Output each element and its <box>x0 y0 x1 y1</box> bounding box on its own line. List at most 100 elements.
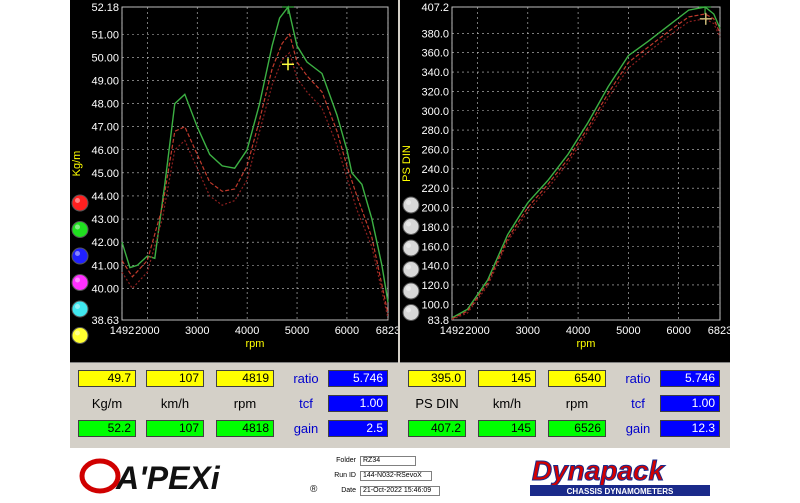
blue-button[interactable] <box>71 247 89 265</box>
grey-button-4-highlight <box>406 264 411 270</box>
gain-value: 2.5 <box>328 420 388 437</box>
torque-plot-frame <box>121 6 389 321</box>
torque-x-tick-label: 2000 <box>135 325 159 337</box>
power-y-tick-label: 220.0 <box>421 183 449 195</box>
magenta-button-highlight <box>75 277 80 283</box>
cursor-rpm-value-right: 6540 <box>548 370 606 387</box>
torque-y-tick-label: 41.00 <box>91 260 119 272</box>
power-readout-panel: 395.0 145 6540 ratio 5.746 PS DIN km/h r… <box>400 362 730 447</box>
torque-y-tick-label: 40.00 <box>91 283 119 295</box>
torque-y-tick-label: 46.00 <box>91 145 119 157</box>
torque-y-tick-label: 49.00 <box>91 75 119 87</box>
power-y-tick-label: 160.0 <box>421 241 449 253</box>
dynapack-subtitle: CHASSIS DYNAMOMETERS <box>567 487 674 496</box>
folder-field: RZ34 <box>360 456 416 466</box>
power-x-tick-label: 6823 <box>708 325 730 337</box>
torque-x-tick-label: 6823 <box>376 325 398 337</box>
power-y-tick-label: 300.0 <box>421 106 449 118</box>
grey-button-6[interactable] <box>402 304 420 321</box>
cursor-torque-value: 49.7 <box>78 370 136 387</box>
torque-y-tick-label: 48.00 <box>91 99 119 111</box>
torque-series-line-3 <box>121 51 389 319</box>
tcf-value: 1.00 <box>328 395 388 412</box>
gain-label: gain <box>293 421 319 436</box>
dynapack-logo: Dynapack CHASSIS DYNAMOMETERS <box>480 452 720 498</box>
cursor-speed-value: 107 <box>146 370 204 387</box>
green-button[interactable] <box>71 221 89 238</box>
gain-label-right: gain <box>625 421 651 436</box>
ratio-label: ratio <box>293 371 319 386</box>
ratio-value-right: 5.746 <box>660 370 720 387</box>
torque-x-tick-label: 5000 <box>285 325 309 337</box>
ratio-value: 5.746 <box>328 370 388 387</box>
power-y-tick-label: 240.0 <box>421 164 449 176</box>
power-y-tick-label: 200.0 <box>421 203 449 215</box>
grey-button-3[interactable] <box>402 239 420 257</box>
torque-x-tick-label: 3000 <box>185 325 209 337</box>
peak-power-value: 407.2 <box>408 420 466 437</box>
cyan-button[interactable] <box>71 300 89 318</box>
runid-field: 144-N032-RSevoX <box>360 471 432 481</box>
power-x-axis-title: rpm <box>577 338 596 350</box>
apexi-logo: A'PEXi ® <box>78 454 318 496</box>
dynapack-logo-mark: Dynapack CHASSIS DYNAMOMETERS <box>530 455 710 496</box>
torque-y-tick-label: 43.00 <box>91 214 119 226</box>
runid-label: Run ID <box>334 472 356 479</box>
torque-series-line-1 <box>121 5 389 303</box>
torque-y-tick-label: 45.00 <box>91 168 119 180</box>
power-x-tick-label: 1492 <box>440 325 464 337</box>
speed-unit-label: km/h <box>160 396 190 411</box>
torque-y-tick-label: 51.00 <box>91 29 119 41</box>
yellow-button[interactable] <box>71 327 89 344</box>
power-chart: 407.2 380.0 360.0 340.0 320.0 300.0 280.0 260.0… <box>401 2 732 350</box>
speed-unit-label-right: km/h <box>492 396 522 411</box>
torque-unit-label: Kg/m <box>91 396 123 411</box>
power-y-tick-label: 407.2 <box>421 2 449 14</box>
torque-x-tick-label: 6000 <box>335 325 359 337</box>
grey-button-6-highlight <box>406 307 411 313</box>
torque-x-tick-label: 1492 <box>110 325 134 337</box>
date-label: Date <box>341 487 356 494</box>
torque-plot: 52.18 51.00 50.00 49.00 48.00 47.00 46.00 45.00… <box>70 0 400 362</box>
power-y-tick-label: 140.0 <box>421 261 449 273</box>
torque-readout-panel: 49.7 107 4819 ratio 5.746 Kg/m km/h rpm … <box>70 362 398 447</box>
red-button[interactable] <box>71 194 89 212</box>
cyan-button-highlight <box>75 304 80 309</box>
torque-chart: 52.18 51.00 50.00 49.00 48.00 47.00 46.00 45.00… <box>71 2 400 350</box>
power-y-tick-label: 320.0 <box>421 86 449 98</box>
grey-button-2-highlight <box>406 221 411 227</box>
cursor-speed-value-right: 145 <box>478 370 536 387</box>
torque-y-tick-label: 52.18 <box>91 2 119 14</box>
footer: A'PEXi ® Folder RZ34 Run ID 144-N032-RSe… <box>70 448 730 500</box>
power-y-tick-label: 380.0 <box>421 28 449 40</box>
torque-y-axis-title: Kg/m <box>71 151 83 177</box>
cursor-power-value: 395.0 <box>408 370 466 387</box>
torque-y-tick-label: 42.00 <box>91 237 119 249</box>
grey-button-4[interactable] <box>402 261 420 278</box>
ratio-label-right: ratio <box>625 371 651 386</box>
grey-button-1-highlight <box>406 200 411 205</box>
magenta-button[interactable] <box>71 274 89 291</box>
power-x-tick-label: 5000 <box>616 325 640 337</box>
red-button-highlight <box>75 198 80 203</box>
power-y-tick-label: 100.0 <box>421 299 449 311</box>
tcf-label-right: tcf <box>631 396 645 411</box>
grey-button-2[interactable] <box>402 218 420 235</box>
power-unit-label: PS DIN <box>415 396 459 411</box>
power-y-tick-label: 340.0 <box>421 67 449 79</box>
torque-series-line-2 <box>121 33 389 314</box>
power-y-axis-title: PS DIN <box>401 145 413 182</box>
peak-speed-value-right: 145 <box>478 420 536 437</box>
grey-button-1[interactable] <box>402 196 420 214</box>
tcf-value-right: 1.00 <box>660 395 720 412</box>
cursor-rpm-value: 4819 <box>216 370 274 387</box>
power-y-tick-label: 120.0 <box>421 280 449 292</box>
dynapack-logo-text: Dynapack <box>532 455 666 486</box>
apexi-logo-text: A'PEXi <box>115 460 221 496</box>
registered-mark: ® <box>310 484 318 495</box>
rpm-unit-label: rpm <box>233 396 257 411</box>
yellow-button-highlight <box>75 330 80 336</box>
grey-button-5[interactable] <box>402 282 420 300</box>
tcf-label: tcf <box>299 396 313 411</box>
power-plot: 407.2 380.0 360.0 340.0 320.0 300.0 280.0 260.0… <box>400 0 732 362</box>
